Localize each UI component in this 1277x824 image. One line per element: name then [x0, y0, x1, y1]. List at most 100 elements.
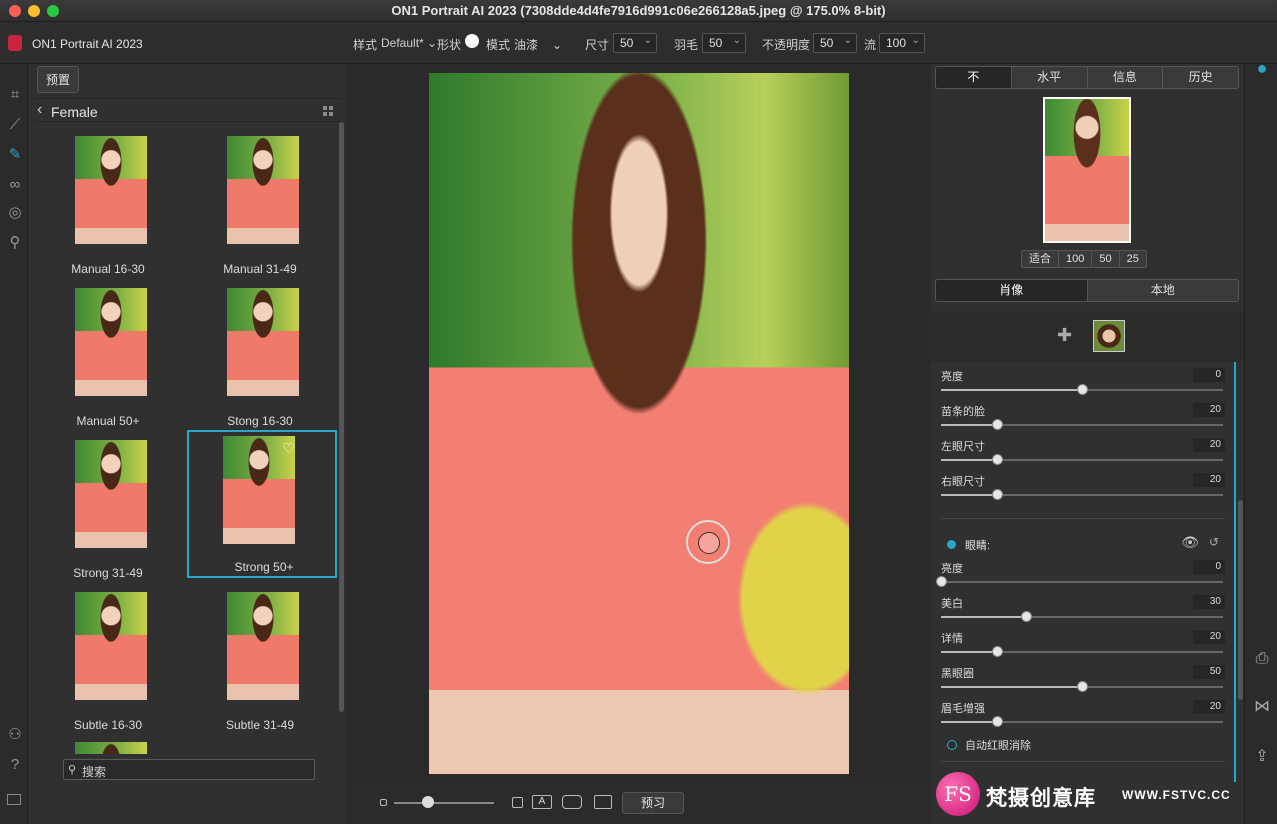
slider-value-field[interactable]: 0: [1193, 368, 1225, 382]
preset-thumb-selected[interactable]: ♡ Strong 50+: [187, 430, 337, 578]
slider-value-field[interactable]: 30: [1193, 595, 1225, 609]
size-field[interactable]: 50 ⌄: [613, 33, 657, 53]
slider-knob[interactable]: [1020, 611, 1032, 622]
portrait-person-icon[interactable]: ●: [1251, 58, 1273, 79]
preset-thumb[interactable]: Manual 50+: [33, 284, 183, 432]
chevron-left-icon[interactable]: ‹: [37, 101, 42, 119]
slider-knob[interactable]: [992, 716, 1004, 727]
crop-icon[interactable]: ⌗: [6, 86, 24, 104]
slider-value-field[interactable]: 20: [1193, 700, 1225, 714]
print-icon[interactable]: ⎙: [1251, 650, 1273, 668]
retouch-brush-icon[interactable]: ⟋: [6, 116, 24, 134]
slider-track[interactable]: [941, 581, 1223, 583]
style-dropdown[interactable]: Default* ⌄: [381, 36, 437, 50]
slider-value-field[interactable]: 20: [1193, 630, 1225, 644]
export-icon[interactable]: ⇪: [1251, 746, 1273, 766]
slider-knob[interactable]: [1077, 384, 1088, 395]
favorite-heart-icon[interactable]: ♡: [282, 440, 295, 457]
mask-icon[interactable]: [562, 795, 582, 809]
tab-local[interactable]: 本地: [1087, 280, 1238, 301]
zoom-25-button[interactable]: 25: [1119, 251, 1146, 267]
preset-thumb[interactable]: Subtle 31-49: [185, 588, 335, 736]
preset-thumb-partial[interactable]: [75, 742, 147, 754]
slider-knob[interactable]: [936, 576, 947, 587]
fingerprint-icon[interactable]: ◎: [6, 204, 24, 222]
grid-view-icon[interactable]: [323, 106, 333, 116]
section-enabled-dot[interactable]: [947, 540, 956, 549]
slider-knob[interactable]: [1077, 681, 1088, 692]
preset-search-input[interactable]: ⚲ 搜索: [63, 759, 315, 780]
panel-toggle-icon[interactable]: [7, 794, 21, 805]
slider-knob[interactable]: [992, 454, 1004, 465]
browser-scrollbar[interactable]: [339, 122, 344, 712]
slider-knob[interactable]: [992, 419, 1004, 430]
presets-button[interactable]: 预置: [37, 66, 80, 93]
tab-history[interactable]: 历史: [1163, 67, 1238, 88]
slider-value-field[interactable]: 50: [1193, 665, 1225, 679]
zoom-fit-button[interactable]: 适合: [1022, 251, 1059, 267]
tab-navigator[interactable]: 不: [936, 67, 1012, 88]
slider-row: 亮度 0: [941, 368, 1225, 403]
portrait-photo[interactable]: [429, 73, 849, 774]
slider-value-field[interactable]: 0: [1193, 560, 1225, 574]
watermark: FS 梵摄创意库 WWW.FSTVC.CC: [934, 770, 1244, 820]
preset-thumb[interactable]: Subtle 16-30: [33, 588, 183, 736]
preset-thumb[interactable]: Strong 31-49: [33, 436, 183, 584]
slider-value-field[interactable]: 20: [1193, 438, 1225, 452]
visibility-eye-icon[interactable]: 👁: [1181, 534, 1199, 551]
paint-brush-icon[interactable]: ✎: [6, 146, 24, 164]
chevron-down-icon: ⌄: [732, 35, 741, 46]
slider-knob[interactable]: [992, 646, 1004, 657]
radio-circle-icon[interactable]: [947, 740, 957, 750]
help-icon[interactable]: ?: [6, 756, 24, 774]
preview-button[interactable]: 预习: [622, 792, 684, 814]
panel-scrollbar[interactable]: [1238, 500, 1243, 700]
face-thumbnail[interactable]: [1093, 320, 1125, 352]
large-zoom-icon[interactable]: [512, 797, 523, 808]
add-person-icon[interactable]: ✚: [1057, 325, 1072, 346]
zoom-window-button[interactable]: [47, 5, 59, 17]
navigator-preview[interactable]: [1043, 97, 1131, 243]
clone-icon[interactable]: ∞: [6, 176, 24, 194]
section-divider: [941, 761, 1225, 762]
close-window-button[interactable]: [9, 5, 21, 17]
auto-redeye-option[interactable]: 自动红眼消除: [947, 737, 1031, 753]
slider-row: 右眼尺寸 20: [941, 473, 1225, 508]
small-zoom-icon[interactable]: [380, 799, 387, 806]
tab-info[interactable]: 信息: [1087, 67, 1164, 88]
zoom-slider[interactable]: [394, 802, 494, 804]
opacity-field[interactable]: 50 ⌄: [813, 33, 857, 53]
round-brush-shape-icon[interactable]: [465, 34, 479, 48]
eyes-section-header[interactable]: 眼睛: 👁 ↺: [941, 534, 1225, 554]
face-selector: ✚: [931, 312, 1243, 362]
preset-thumb[interactable]: Stong 16-30: [185, 284, 335, 432]
tab-portrait[interactable]: 肖像: [936, 280, 1088, 301]
reset-icon[interactable]: ↺: [1209, 535, 1219, 549]
share-icon[interactable]: ⋈: [1251, 696, 1273, 716]
slider-knob[interactable]: [992, 489, 1004, 500]
zoom-slider-knob[interactable]: [422, 796, 434, 808]
flow-field[interactable]: 100 ⌄: [879, 33, 925, 53]
feather-field[interactable]: 50 ⌄: [702, 33, 746, 53]
preset-thumb[interactable]: Manual 16-30: [33, 132, 183, 280]
brush-cursor: [686, 520, 730, 564]
mode-label: 模式: [486, 38, 511, 52]
text-overlay-icon[interactable]: A: [532, 795, 552, 809]
zoom-100-button[interactable]: 100: [1059, 251, 1093, 267]
tab-levels[interactable]: 水平: [1011, 67, 1088, 88]
slider-value-field[interactable]: 20: [1193, 473, 1225, 487]
image-canvas[interactable]: [346, 64, 930, 784]
preset-thumb[interactable]: Manual 31-49: [185, 132, 335, 280]
mode-dropdown[interactable]: 油漆 ⌄: [514, 36, 562, 53]
breadcrumb[interactable]: ‹ Female: [35, 98, 341, 122]
slider-value-field[interactable]: 20: [1193, 403, 1225, 417]
auto-redeye-label: 自动红眼消除: [965, 740, 1031, 752]
minimize-window-button[interactable]: [28, 5, 40, 17]
preset-label: Strong 50+: [234, 560, 294, 574]
zoom-hand-icon[interactable]: ⚲: [6, 234, 24, 252]
slider-fill: [941, 651, 998, 653]
compare-icon[interactable]: [594, 795, 612, 809]
zoom-50-button[interactable]: 50: [1092, 251, 1120, 267]
user-account-icon[interactable]: ⚇: [6, 726, 24, 744]
flow-value: 100: [886, 36, 907, 50]
